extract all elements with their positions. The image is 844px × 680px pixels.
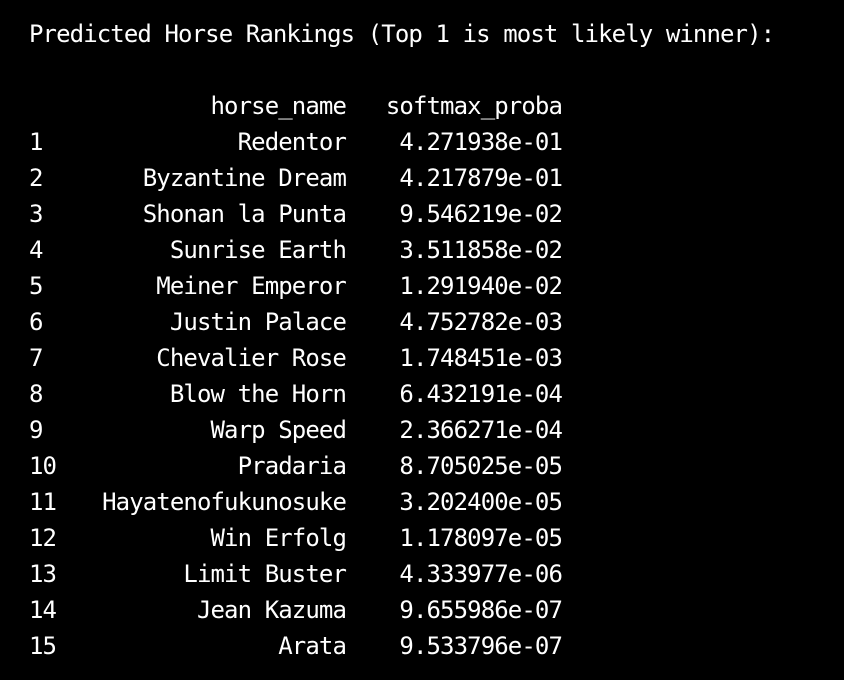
table-row: 11 Hayatenofukunosuke 3.202400e-05 (0, 484, 844, 520)
row-index: 4 (29, 236, 43, 264)
horse-name-cell: Shonan la Punta (142, 200, 347, 228)
softmax-proba-cell: 1.291940e-02 (399, 272, 562, 300)
row-index: 13 (29, 560, 57, 588)
horse-name-cell: Warp Speed (210, 416, 347, 444)
horse-name-cell: Chevalier Rose (156, 344, 347, 372)
terminal-output: Predicted Horse Rankings (Top 1 is most … (0, 0, 844, 680)
softmax-proba-cell: 4.217879e-01 (399, 164, 562, 192)
row-index: 10 (29, 452, 57, 480)
softmax-proba-cell: 9.655986e-07 (399, 596, 562, 624)
table-row: 6 Justin Palace 4.752782e-03 (0, 304, 844, 340)
table-row: 3 Shonan la Punta 9.546219e-02 (0, 196, 844, 232)
softmax-proba-cell: 4.752782e-03 (399, 308, 562, 336)
table-row: 8 Blow the Horn 6.432191e-04 (0, 376, 844, 412)
horse-name-cell: Pradaria (237, 452, 347, 480)
softmax-proba-cell: 3.202400e-05 (399, 488, 562, 516)
row-index: 6 (29, 308, 43, 336)
horse-name-cell: Sunrise Earth (169, 236, 347, 264)
horse-name-cell: Win Erfolg (210, 524, 347, 552)
softmax-proba-cell: 6.432191e-04 (399, 380, 562, 408)
horse-name-cell: Limit Buster (183, 560, 346, 588)
column-header-softmax-proba: softmax_proba (385, 92, 563, 120)
column-header-horse-name: horse_name (210, 92, 347, 120)
table-row: 1 Redentor 4.271938e-01 (0, 124, 844, 160)
row-index: 3 (29, 200, 43, 228)
softmax-proba-cell: 3.511858e-02 (399, 236, 562, 264)
table-row: 7 Chevalier Rose 1.748451e-03 (0, 340, 844, 376)
softmax-proba-cell: 9.533796e-07 (399, 632, 562, 660)
row-index: 7 (29, 344, 43, 372)
row-index: 9 (29, 416, 43, 444)
table-row: 5 Meiner Emperor 1.291940e-02 (0, 268, 844, 304)
table-row: 9 Warp Speed 2.366271e-04 (0, 412, 844, 448)
table-header-row: horse_name softmax_proba (0, 88, 844, 124)
softmax-proba-cell: 9.546219e-02 (399, 200, 562, 228)
horse-name-cell: Justin Palace (169, 308, 347, 336)
table-row: 2 Byzantine Dream 4.217879e-01 (0, 160, 844, 196)
row-index: 12 (29, 524, 57, 552)
horse-name-cell: Arata (278, 632, 347, 660)
horse-name-cell: Hayatenofukunosuke (102, 488, 347, 516)
row-index: 11 (29, 488, 57, 516)
output-heading: Predicted Horse Rankings (Top 1 is most … (29, 20, 775, 48)
horse-name-cell: Blow the Horn (169, 380, 347, 408)
softmax-proba-cell: 8.705025e-05 (399, 452, 562, 480)
row-index: 14 (29, 596, 57, 624)
table-row: 14 Jean Kazuma 9.655986e-07 (0, 592, 844, 628)
softmax-proba-cell: 4.271938e-01 (399, 128, 562, 156)
softmax-proba-cell: 1.178097e-05 (399, 524, 562, 552)
softmax-proba-cell: 4.333977e-06 (399, 560, 562, 588)
row-index: 8 (29, 380, 43, 408)
row-index: 1 (29, 128, 43, 156)
row-index: 5 (29, 272, 43, 300)
horse-name-cell: Redentor (237, 128, 347, 156)
table-row: 15 Arata 9.533796e-07 (0, 628, 844, 664)
softmax-proba-cell: 2.366271e-04 (399, 416, 562, 444)
row-index: 15 (29, 632, 57, 660)
row-index: 2 (29, 164, 43, 192)
table-row: 13 Limit Buster 4.333977e-06 (0, 556, 844, 592)
horse-name-cell: Jean Kazuma (196, 596, 347, 624)
table-row: 12 Win Erfolg 1.178097e-05 (0, 520, 844, 556)
softmax-proba-cell: 1.748451e-03 (399, 344, 562, 372)
horse-name-cell: Byzantine Dream (142, 164, 347, 192)
table-row: 10 Pradaria 8.705025e-05 (0, 448, 844, 484)
table-row: 4 Sunrise Earth 3.511858e-02 (0, 232, 844, 268)
horse-name-cell: Meiner Emperor (156, 272, 347, 300)
